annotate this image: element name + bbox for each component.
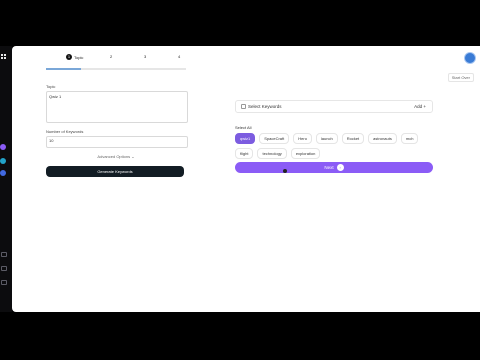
sidebar-blue-icon[interactable] bbox=[0, 170, 6, 176]
keyword-panel: Select Keywords Add + Select All qwiz1 S… bbox=[235, 100, 433, 173]
stepper: 1 Topic 2 3 4 bbox=[46, 54, 186, 64]
progress-track bbox=[46, 68, 186, 70]
arrow-right-icon: › bbox=[336, 164, 344, 171]
sidebar bbox=[0, 46, 12, 312]
keyword-chip[interactable]: exploration bbox=[290, 148, 321, 159]
add-keyword-button[interactable]: Add + bbox=[414, 104, 426, 109]
keyword-form: 1 Topic 2 3 4 Topic Qwiz 1 Number of Key… bbox=[46, 54, 188, 177]
sidebar-purple-icon[interactable] bbox=[0, 144, 6, 150]
next-label: Next bbox=[324, 165, 334, 170]
keyword-chip[interactable]: Hero bbox=[293, 133, 312, 144]
progress-fill bbox=[46, 68, 81, 70]
keyword-chip[interactable]: astronauts bbox=[368, 133, 397, 144]
apps-grid-icon[interactable] bbox=[1, 54, 7, 60]
list-icon bbox=[241, 104, 246, 109]
keyword-chip[interactable]: launch bbox=[315, 133, 338, 144]
generate-keywords-button[interactable]: Generate Keywords bbox=[46, 166, 184, 177]
select-all-label[interactable]: Select All bbox=[235, 125, 433, 130]
topic-textarea[interactable]: Qwiz 1 bbox=[46, 91, 188, 123]
avatar[interactable] bbox=[464, 52, 476, 64]
step-1-number: 1 bbox=[66, 54, 72, 60]
sidebar-doc-icon[interactable] bbox=[1, 252, 7, 257]
keyword-count-label: Number of Keywords bbox=[46, 129, 84, 134]
step-1[interactable]: 1 Topic bbox=[66, 54, 83, 60]
keyword-chips: qwiz1 SpaceCraft Hero launch Rocket astr… bbox=[235, 133, 433, 159]
keyword-chip[interactable]: SpaceCraft bbox=[259, 133, 290, 144]
sidebar-chat-icon[interactable] bbox=[1, 280, 7, 285]
keyword-chip[interactable]: technology bbox=[257, 148, 287, 159]
start-over-button[interactable]: Start Over bbox=[447, 73, 474, 82]
advanced-options-toggle[interactable]: Advanced Options ⌄ bbox=[46, 154, 186, 159]
keyword-count-input[interactable]: 10 bbox=[46, 136, 188, 148]
step-3[interactable]: 3 bbox=[144, 54, 146, 59]
mouse-cursor bbox=[283, 169, 287, 173]
keyword-chip[interactable]: mch bbox=[400, 133, 419, 144]
topic-label: Topic bbox=[46, 84, 56, 89]
select-keywords-header[interactable]: Select Keywords Add + bbox=[235, 100, 433, 113]
sidebar-teal-icon[interactable] bbox=[0, 158, 6, 164]
keyword-chip[interactable]: qwiz1 bbox=[235, 133, 256, 144]
step-1-label: Topic bbox=[74, 54, 84, 60]
sidebar-folder-icon[interactable] bbox=[1, 266, 7, 271]
keyword-chip[interactable]: flight bbox=[235, 148, 254, 159]
step-2[interactable]: 2 bbox=[110, 54, 112, 59]
keyword-chip[interactable]: Rocket bbox=[341, 133, 365, 144]
next-button[interactable]: Next › bbox=[235, 162, 433, 173]
step-4[interactable]: 4 bbox=[178, 54, 180, 59]
select-keywords-title: Select Keywords bbox=[248, 104, 282, 109]
